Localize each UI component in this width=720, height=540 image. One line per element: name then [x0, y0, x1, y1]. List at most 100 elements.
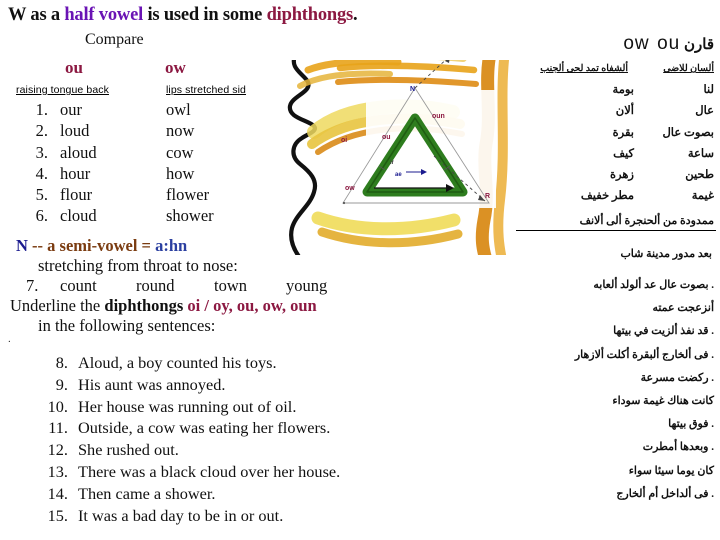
sentence-text: She rushed out. — [78, 440, 179, 460]
sentence-number: 14. — [47, 483, 68, 503]
column-subhead-ou: raising tongue back — [16, 84, 109, 96]
arabic-word-row: عال ألان — [514, 103, 720, 124]
arabic-sentence-text: أنزعجت عمته — [652, 302, 714, 315]
word-row-number: 5. — [35, 185, 48, 205]
underline-instruction: Underline the diphthongs oi / oy, ou, ow… — [0, 296, 430, 316]
column-subhead-ow: lips stretched sid — [166, 84, 247, 96]
sentence-list: 8. Aloud, a boy counted his toys. 9. His… — [0, 353, 430, 527]
word-row: 2. loud now — [0, 121, 270, 142]
word-row-number: 1. — [35, 100, 48, 119]
title-highlight-half-vowel: half vowel — [64, 5, 144, 25]
arabic-word-ow: زهرة — [610, 169, 634, 182]
arabic-word-ou: ساعة — [687, 147, 714, 160]
row-seven-word: young — [286, 276, 328, 295]
arabic-title-ow: ow — [623, 33, 650, 54]
sentence-row: 11. Outside, a cow was eating her flower… — [0, 418, 430, 440]
row-seven-word: count — [60, 276, 97, 295]
arabic-word-ow: ألان — [615, 105, 634, 118]
word-ou: hour — [60, 163, 91, 183]
sentence-text: It was a bad day to be in or out. — [78, 505, 284, 525]
arabic-sentence-text: فى ألخارج ألبقرة أكلت ألازهار . — [574, 348, 714, 361]
word-row: 5. flour flower — [0, 185, 270, 206]
word-ow: how — [166, 163, 195, 183]
word-row: 4. hour how — [0, 164, 270, 185]
word-row-number: 4. — [35, 163, 48, 183]
sentence-number: 15. — [47, 505, 68, 525]
diagram-label-n: N — [410, 86, 416, 93]
word-list: 1. our owl 2. loud now 3. aloud cow 4. h… — [0, 100, 270, 228]
title-part-2: is used in some — [143, 5, 267, 25]
arabic-sentence-row: كان يوما سيئا سواء — [508, 464, 720, 487]
word-row: 1. our owl — [0, 100, 270, 121]
arabic-word-ow: بومة — [612, 84, 634, 96]
arabic-sentence-row: كانت هناك غيمة سوداء — [508, 394, 720, 417]
arabic-title-ou: ou — [657, 33, 681, 54]
arabic-word-ou: بصوت عال — [662, 126, 714, 139]
arabic-sentence-row: قد نفذ ألزيت في بيتها . — [508, 324, 720, 347]
title-highlight-diphthongs: diphthongs — [266, 5, 354, 25]
arabic-sentence-row: ركضت مسرعة . — [508, 371, 720, 394]
arabic-title-word: قارن — [684, 37, 714, 53]
underline-bold-word: diphthongs — [104, 296, 184, 315]
arabic-word-row: بصوت عال بقرة — [514, 125, 720, 146]
title-part-3: . — [353, 5, 358, 25]
arabic-subhead-right: ألسان للاضى — [663, 64, 714, 74]
arabic-word-ou: لنا — [703, 84, 714, 96]
arabic-sentence-list: بصوت عال عد ألولد ألعابه . أنزعجت عمته ق… — [508, 278, 720, 510]
sentence-row: 10. Her house was running out of oil. — [0, 397, 430, 419]
following-sentences-line: in the following sentences: — [38, 316, 216, 335]
word-ow: flower — [166, 185, 210, 205]
arabic-word-ou: طحين — [685, 169, 714, 182]
arabic-word-ow: بقرة — [612, 126, 634, 139]
semivowel-letter: N — [16, 236, 28, 255]
title-part-1: W as a — [8, 5, 65, 25]
word-ow: cow — [166, 142, 194, 162]
arabic-subhead-left: ألشفاه تمد لحى ألجنب — [540, 64, 628, 74]
sentence-number: 12. — [47, 440, 68, 460]
row-seven-word: round — [136, 276, 175, 295]
sentence-number: 11. — [48, 418, 68, 438]
arabic-sentence-text: كانت هناك غيمة سوداء — [612, 394, 714, 407]
arabic-sentence-row: أنزعجت عمته — [508, 301, 720, 324]
arabic-word-list: لنا بومة عال ألان بصوت عال بقرة ساعة كيف… — [514, 82, 720, 210]
arabic-sentence-text: ركضت مسرعة . — [640, 371, 714, 384]
diagram-label-ir: ir — [390, 160, 395, 166]
sentence-row: 8. Aloud, a boy counted his toys. — [0, 353, 430, 375]
word-row-number: 3. — [35, 142, 48, 162]
arabic-sentence-row: فى ألخارج ألبقرة أكلت ألازهار . — [508, 348, 720, 371]
sentence-number: 10. — [47, 396, 68, 416]
arabic-word-row: غيمة مطر خفيف — [514, 188, 720, 209]
row-seven-number: 7. — [26, 276, 39, 295]
head-profile-illustration — [278, 60, 513, 255]
arabic-sentence-row: فى ألداخل أم ألخارج . — [508, 487, 720, 510]
word-ou: aloud — [60, 142, 97, 162]
arabic-sentence-text: وبعدها أمطرت . — [642, 441, 714, 454]
arabic-word-ou: غيمة — [691, 190, 714, 203]
diagram-label-oun: oun — [432, 113, 445, 120]
arabic-sentence-row: بصوت عال عد ألولد ألعابه . — [508, 278, 720, 301]
sentence-number: 8. — [55, 353, 68, 372]
diagram-label-oi: oi — [341, 137, 348, 144]
diagram-label-ae: ae — [395, 172, 402, 178]
column-header-ou: ou — [65, 58, 83, 77]
diagram-label-r: R — [485, 193, 491, 200]
arabic-word-ow: مطر خفيف — [580, 190, 634, 203]
arabic-word-row: طحين زهرة — [514, 167, 720, 188]
arabic-divider — [516, 230, 716, 231]
arabic-sentence-text: كان يوما سيئا سواء — [628, 464, 714, 477]
word-row-number: 2. — [35, 121, 48, 141]
sentence-row: 14. Then came a shower. — [0, 484, 430, 506]
word-row: 3. aloud cow — [0, 143, 270, 164]
arabic-sentence-text: فى ألداخل أم ألخارج . — [616, 487, 714, 500]
slide-page: W as a half vowel is used in some diphth… — [0, 0, 720, 540]
arabic-word-row: ساعة كيف — [514, 146, 720, 167]
word-ow: owl — [166, 100, 191, 119]
stray-dot: . — [8, 333, 11, 345]
underline-diphthong-list: oi / oy, ou, ow, oun — [183, 296, 317, 315]
compare-label: Compare — [85, 31, 144, 48]
word-row: 6. cloud shower — [0, 206, 270, 227]
arabic-sentence-text: فوق بيتها . — [668, 418, 714, 431]
sentence-text: His aunt was annoyed. — [78, 374, 226, 394]
sentence-text: Then came a shower. — [78, 483, 216, 503]
arabic-word-ow: كيف — [613, 147, 634, 160]
